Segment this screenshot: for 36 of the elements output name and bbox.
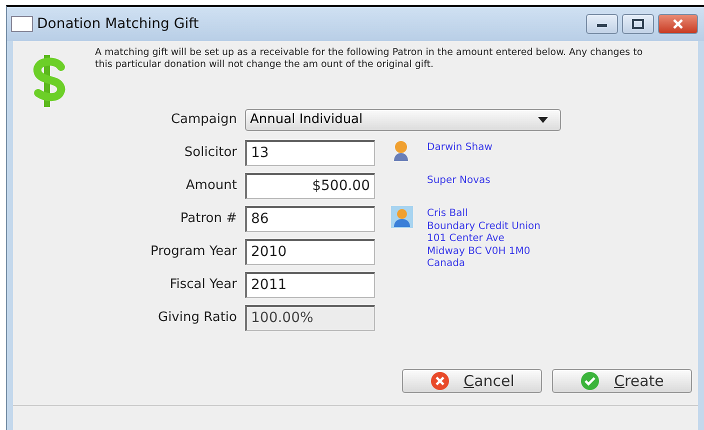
create-button[interactable]: Create: [552, 369, 692, 393]
info-text: Canada: [427, 258, 466, 270]
check-icon: [580, 371, 600, 391]
input-field[interactable]: 13: [245, 140, 375, 166]
field-label: Patron #: [179, 211, 237, 226]
field-label: Program Year: [149, 244, 237, 259]
info-text: Darwin Shaw: [427, 142, 492, 154]
field-label: Amount: [184, 178, 237, 193]
field-label: Solicitor: [183, 145, 237, 160]
info-text: Super Novas: [427, 175, 490, 188]
maximize-button[interactable]: [622, 14, 654, 34]
close-button[interactable]: [658, 14, 698, 34]
caret-icon: [538, 116, 548, 122]
info-text: Cris Ball: [427, 208, 469, 220]
field-label: Giving Ratio: [157, 310, 237, 325]
info-text: Midway BC V0H 1M0: [427, 246, 532, 258]
window-title: Donation Matching Gift: [37, 16, 200, 32]
input-field[interactable]: 2011: [245, 272, 375, 298]
info-text: 101 Center Ave: [427, 233, 506, 246]
campaign-dropdown[interactable]: Annual Individual: [245, 108, 561, 130]
window-icon: [11, 16, 33, 32]
maximize-icon: [632, 19, 644, 29]
close-icon: [671, 19, 685, 29]
input-field[interactable]: 2010: [245, 238, 375, 264]
cancel-icon: [430, 371, 450, 391]
field-label: Fiscal Year: [168, 277, 237, 292]
info-text: Boundary Credit Union: [427, 220, 540, 233]
field-label: Campaign: [170, 112, 237, 127]
info-message: A matching gift will be set up as a receivable for the following Patron in the amount entered below. Any changes to this particular donation will not change the am ount of the original gift.: [95, 47, 644, 72]
person-icon[interactable]: [391, 140, 411, 162]
contact-card-icon[interactable]: [391, 206, 413, 228]
input-field: 100.00%: [245, 304, 375, 330]
input-field[interactable]: 86: [245, 206, 375, 232]
cancel-button[interactable]: Cancel: [402, 369, 542, 393]
minimize-button[interactable]: [586, 14, 618, 34]
input-field[interactable]: $500.00: [245, 172, 375, 198]
